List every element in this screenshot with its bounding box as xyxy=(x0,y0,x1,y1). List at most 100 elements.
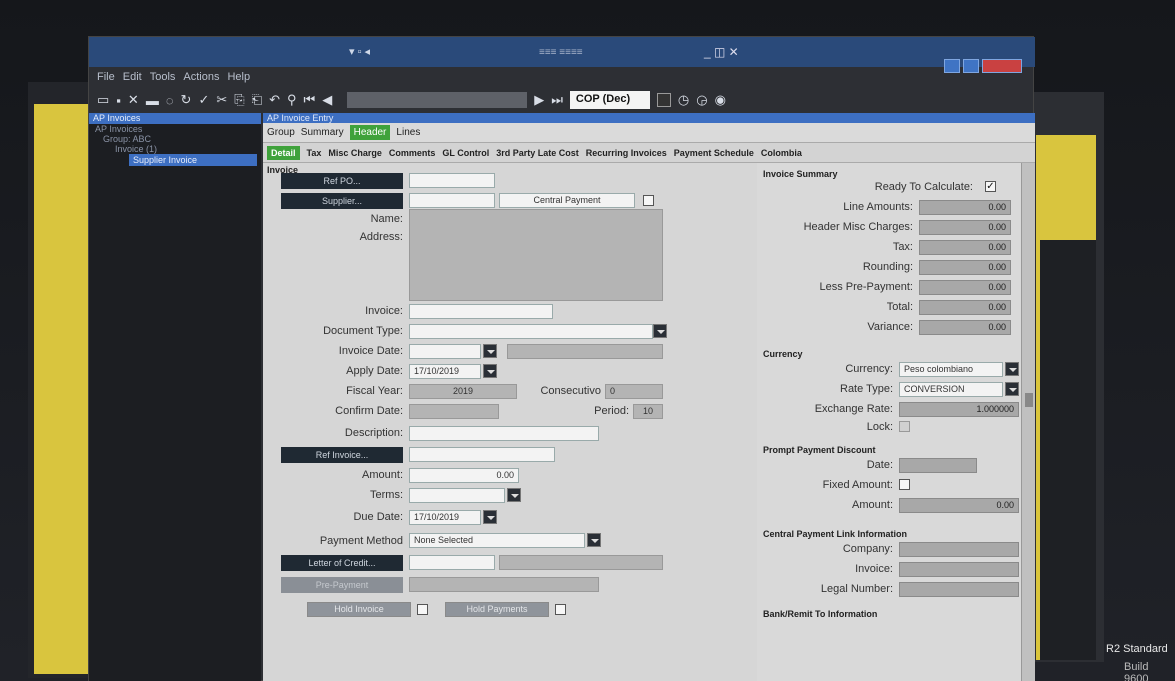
menu-help[interactable]: Help xyxy=(227,71,250,87)
save-icon[interactable]: ▪ xyxy=(116,93,121,108)
tab-misc-charge[interactable]: Misc Charge xyxy=(328,148,382,158)
menu-edit[interactable]: Edit xyxy=(123,71,142,87)
rate-type-select[interactable]: CONVERSION xyxy=(899,382,1003,397)
due-date-input[interactable]: 17/10/2019 xyxy=(409,510,481,525)
check-icon[interactable]: ✓ xyxy=(198,92,209,108)
tree-item-selected[interactable]: Supplier Invoice xyxy=(129,154,257,166)
tree-item[interactable]: Invoice (1) xyxy=(89,144,261,154)
last-record-icon[interactable]: ⏭ xyxy=(551,92,563,108)
currency-select-field[interactable]: Peso colombiano xyxy=(899,362,1003,377)
ref-po-input[interactable] xyxy=(409,173,495,188)
letter-of-credit-button[interactable]: Letter of Credit... xyxy=(281,555,403,571)
central-payment-checkbox[interactable] xyxy=(643,195,654,206)
invoice-date-picker-icon[interactable] xyxy=(483,344,497,358)
undo-icon[interactable]: ↶ xyxy=(269,92,280,108)
copy-icon[interactable]: ⎘ xyxy=(234,92,244,108)
supplier-button[interactable]: Supplier... xyxy=(281,193,403,209)
ref-po-button[interactable]: Ref PO... xyxy=(281,173,403,189)
tab-header[interactable]: Header xyxy=(349,125,391,140)
scrollbar-thumb[interactable] xyxy=(1025,393,1033,407)
tax-value: 0.00 xyxy=(919,240,1011,255)
document-type-dropdown-icon[interactable] xyxy=(653,324,667,338)
central-payment-button[interactable]: Central Payment xyxy=(499,193,635,208)
home-icon[interactable]: ◉ xyxy=(715,92,726,108)
hold-payments-button[interactable]: Hold Payments xyxy=(445,602,549,617)
delete-icon[interactable]: ✕ xyxy=(128,92,139,108)
tab-group[interactable]: Group xyxy=(267,127,295,138)
rate-type-dropdown-icon[interactable] xyxy=(1005,382,1019,396)
bank-remit-section-title: Bank/Remit To Information xyxy=(763,609,878,619)
hold-invoice-button[interactable]: Hold Invoice xyxy=(307,602,411,617)
search-icon[interactable]: ⚲ xyxy=(287,92,297,108)
tab-gl-control[interactable]: GL Control xyxy=(442,148,489,158)
ready-to-calculate-checkbox[interactable]: ✓ xyxy=(985,181,996,192)
discount-date-label: Date: xyxy=(866,459,893,471)
new-icon[interactable]: ▭ xyxy=(97,92,109,108)
legal-number-field xyxy=(899,582,1019,597)
description-input[interactable] xyxy=(409,426,599,441)
forward-icon[interactable]: ◶ xyxy=(696,92,707,108)
due-date-picker-icon[interactable] xyxy=(483,510,497,524)
title-controls[interactable]: _ ◫ ✕ xyxy=(704,45,739,59)
due-date-label: Due Date: xyxy=(353,511,403,523)
attach-icon[interactable]: ◌ xyxy=(166,93,174,108)
paste-icon[interactable]: ⎗ xyxy=(252,92,262,108)
tab-lines[interactable]: Lines xyxy=(396,127,420,138)
amount-input[interactable]: 0.00 xyxy=(409,468,519,483)
first-record-icon[interactable]: ⏮ xyxy=(304,92,316,108)
terms-select[interactable] xyxy=(409,488,505,503)
tree-item[interactable]: Group: ABC xyxy=(89,134,261,144)
back-icon[interactable]: ◷ xyxy=(678,92,689,108)
payment-method-select[interactable]: None Selected xyxy=(409,533,585,548)
hold-invoice-checkbox[interactable] xyxy=(417,604,428,615)
navigation-tree: AP Invoices AP Invoices Group: ABC Invoi… xyxy=(89,113,261,681)
windows-edition-text: R2 Standard xyxy=(1106,643,1168,655)
menu-tools[interactable]: Tools xyxy=(150,71,176,87)
tree-item[interactable]: AP Invoices xyxy=(89,124,261,134)
tab-detail[interactable]: Detail xyxy=(267,145,300,160)
hold-payments-checkbox[interactable] xyxy=(555,604,566,615)
ref-invoice-button[interactable]: Ref Invoice... xyxy=(281,447,403,463)
cut-icon[interactable]: ✂ xyxy=(216,92,227,108)
tab-payment-schedule[interactable]: Payment Schedule xyxy=(674,148,754,158)
record-navigation-box[interactable] xyxy=(347,92,528,108)
company-field xyxy=(899,542,1019,557)
exchange-rate-label: Exchange Rate: xyxy=(814,403,893,415)
currency-dropdown-icon[interactable] xyxy=(656,93,671,107)
tab-recurring-invoices[interactable]: Recurring Invoices xyxy=(586,148,667,158)
pre-payment-button[interactable]: Pre-Payment xyxy=(281,577,403,593)
document-type-select[interactable] xyxy=(409,324,653,339)
ref-invoice-input[interactable] xyxy=(409,447,555,462)
currency-dropdown-icon[interactable] xyxy=(1005,362,1019,376)
tab-3rd-party-late-cost[interactable]: 3rd Party Late Cost xyxy=(496,148,579,158)
prev-record-icon[interactable]: ◀ xyxy=(322,92,332,108)
apply-date-input[interactable]: 17/10/2019 xyxy=(409,364,481,379)
refresh-icon[interactable]: ↻ xyxy=(181,92,192,108)
menu-file[interactable]: File xyxy=(97,71,115,87)
clear-icon[interactable]: ▬ xyxy=(146,93,159,108)
next-record-icon[interactable]: ▶ xyxy=(534,92,544,108)
fixed-amount-checkbox[interactable] xyxy=(899,479,910,490)
letter-of-credit-input[interactable] xyxy=(409,555,495,570)
apply-date-picker-icon[interactable] xyxy=(483,364,497,378)
address-textarea[interactable] xyxy=(409,209,663,301)
less-pre-payment-label: Less Pre-Payment: xyxy=(819,281,913,293)
payment-method-dropdown-icon[interactable] xyxy=(587,533,601,547)
form-scrollbar[interactable] xyxy=(1021,163,1035,681)
tab-summary[interactable]: Summary xyxy=(301,127,344,138)
supplier-input[interactable] xyxy=(409,193,495,208)
invoice-date-input[interactable] xyxy=(409,344,481,359)
currency-select[interactable]: COP (Dec) xyxy=(569,91,650,109)
detail-form: Invoice Ref PO... Supplier... Central Pa… xyxy=(263,163,1023,681)
quick-access-icons[interactable]: ▾ ▫ ◂ xyxy=(349,45,370,58)
tab-comments[interactable]: Comments xyxy=(389,148,436,158)
tab-colombia[interactable]: Colombia xyxy=(761,148,802,158)
terms-dropdown-icon[interactable] xyxy=(507,488,521,502)
tab-tax[interactable]: Tax xyxy=(307,148,322,158)
menu-actions[interactable]: Actions xyxy=(183,71,219,87)
fixed-amount-label: Fixed Amount: xyxy=(822,479,893,491)
lock-checkbox[interactable] xyxy=(899,421,910,432)
invoice-input[interactable] xyxy=(409,304,553,319)
confirm-date-label: Confirm Date: xyxy=(335,405,403,417)
header-misc-charges-label: Header Misc Charges: xyxy=(803,221,913,233)
